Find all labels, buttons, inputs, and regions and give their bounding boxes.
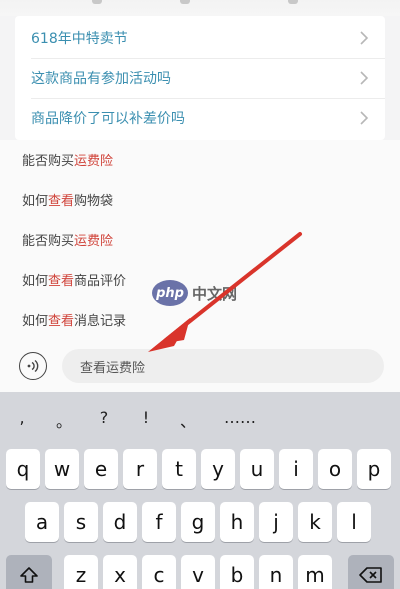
key-e[interactable]: e bbox=[84, 449, 118, 489]
key-b[interactable]: b bbox=[220, 555, 254, 589]
punctuation-row: , 。 ? ! 、 …… bbox=[0, 392, 400, 440]
shift-icon bbox=[20, 567, 38, 583]
suggestion-text: 能否购买 bbox=[22, 234, 75, 249]
watermark-logo: php bbox=[152, 280, 188, 306]
faq-item-label: 商品降价了可以补差价吗 bbox=[31, 111, 185, 127]
suggestion-item[interactable]: 能否购买运费险 bbox=[22, 150, 113, 169]
faq-card: 618年中特卖节 这款商品有参加活动吗 商品降价了可以补差价吗 bbox=[15, 16, 385, 140]
suggestion-item[interactable]: 能否购买运费险 bbox=[22, 230, 113, 249]
key-n[interactable]: n bbox=[259, 555, 293, 589]
key-d[interactable]: d bbox=[103, 502, 137, 542]
key-m[interactable]: m bbox=[298, 555, 332, 589]
chevron-right-icon bbox=[360, 111, 369, 125]
suggestion-highlight: 查看 bbox=[48, 274, 75, 289]
suggestion-text: 商品评价 bbox=[74, 274, 127, 289]
suggestion-highlight: 查看 bbox=[48, 314, 75, 329]
key-t[interactable]: t bbox=[162, 449, 196, 489]
punct-key[interactable]: , bbox=[10, 408, 34, 427]
chevron-right-icon bbox=[360, 71, 369, 85]
suggestion-item[interactable]: 如何查看购物袋 bbox=[22, 190, 113, 209]
key-j[interactable]: j bbox=[259, 502, 293, 542]
suggestion-text: 如何 bbox=[22, 274, 49, 289]
suggestion-highlight: 运费险 bbox=[74, 234, 114, 249]
message-input[interactable] bbox=[62, 349, 384, 383]
punct-key[interactable]: …… bbox=[222, 408, 258, 427]
key-w[interactable]: w bbox=[45, 449, 79, 489]
watermark-text: 中文网 bbox=[192, 284, 238, 303]
voice-waves-icon bbox=[27, 359, 39, 373]
delete-key[interactable] bbox=[348, 555, 394, 589]
key-r[interactable]: r bbox=[123, 449, 157, 489]
suggestion-text: 如何 bbox=[22, 194, 49, 209]
key-s[interactable]: s bbox=[64, 502, 98, 542]
key-x[interactable]: x bbox=[103, 555, 137, 589]
suggestion-item[interactable]: 如何查看商品评价 bbox=[22, 270, 126, 289]
key-f[interactable]: f bbox=[142, 502, 176, 542]
shift-key[interactable] bbox=[6, 555, 52, 589]
punct-key[interactable]: 。 bbox=[52, 408, 76, 432]
chevron-right-icon bbox=[360, 31, 369, 45]
backspace-icon bbox=[359, 567, 382, 583]
top-edge bbox=[0, 0, 400, 16]
suggestion-text: 如何 bbox=[22, 314, 49, 329]
key-h[interactable]: h bbox=[220, 502, 254, 542]
suggestion-text: 能否购买 bbox=[22, 154, 75, 169]
suggestion-highlight: 查看 bbox=[48, 194, 75, 209]
faq-item-price-diff[interactable]: 商品降价了可以补差价吗 bbox=[15, 98, 385, 138]
punct-key[interactable]: ? bbox=[92, 408, 116, 427]
key-k[interactable]: k bbox=[298, 502, 332, 542]
key-y[interactable]: y bbox=[201, 449, 235, 489]
punct-key[interactable]: 、 bbox=[176, 408, 200, 432]
suggestion-item[interactable]: 如何查看消息记录 bbox=[22, 310, 126, 329]
input-bar bbox=[0, 340, 400, 392]
faq-item-618[interactable]: 618年中特卖节 bbox=[15, 18, 385, 58]
key-v[interactable]: v bbox=[181, 555, 215, 589]
key-c[interactable]: c bbox=[142, 555, 176, 589]
faq-item-label: 这款商品有参加活动吗 bbox=[31, 71, 171, 87]
key-g[interactable]: g bbox=[181, 502, 215, 542]
punct-key[interactable]: ! bbox=[134, 408, 158, 427]
watermark: php 中文网 bbox=[152, 280, 237, 306]
key-u[interactable]: u bbox=[240, 449, 274, 489]
key-a[interactable]: a bbox=[25, 502, 59, 542]
suggestion-text: 消息记录 bbox=[74, 314, 127, 329]
faq-item-label: 618年中特卖节 bbox=[31, 31, 128, 47]
key-l[interactable]: l bbox=[337, 502, 371, 542]
suggestion-highlight: 运费险 bbox=[74, 154, 114, 169]
key-z[interactable]: z bbox=[64, 555, 98, 589]
key-o[interactable]: o bbox=[318, 449, 352, 489]
key-q[interactable]: q bbox=[6, 449, 40, 489]
keyboard: , 。 ? ! 、 …… q w e r t y u i o p a s d f… bbox=[0, 392, 400, 589]
key-i[interactable]: i bbox=[279, 449, 313, 489]
voice-icon[interactable] bbox=[19, 352, 47, 380]
key-p[interactable]: p bbox=[357, 449, 391, 489]
suggestion-text: 购物袋 bbox=[74, 194, 114, 209]
faq-item-activity[interactable]: 这款商品有参加活动吗 bbox=[15, 58, 385, 98]
